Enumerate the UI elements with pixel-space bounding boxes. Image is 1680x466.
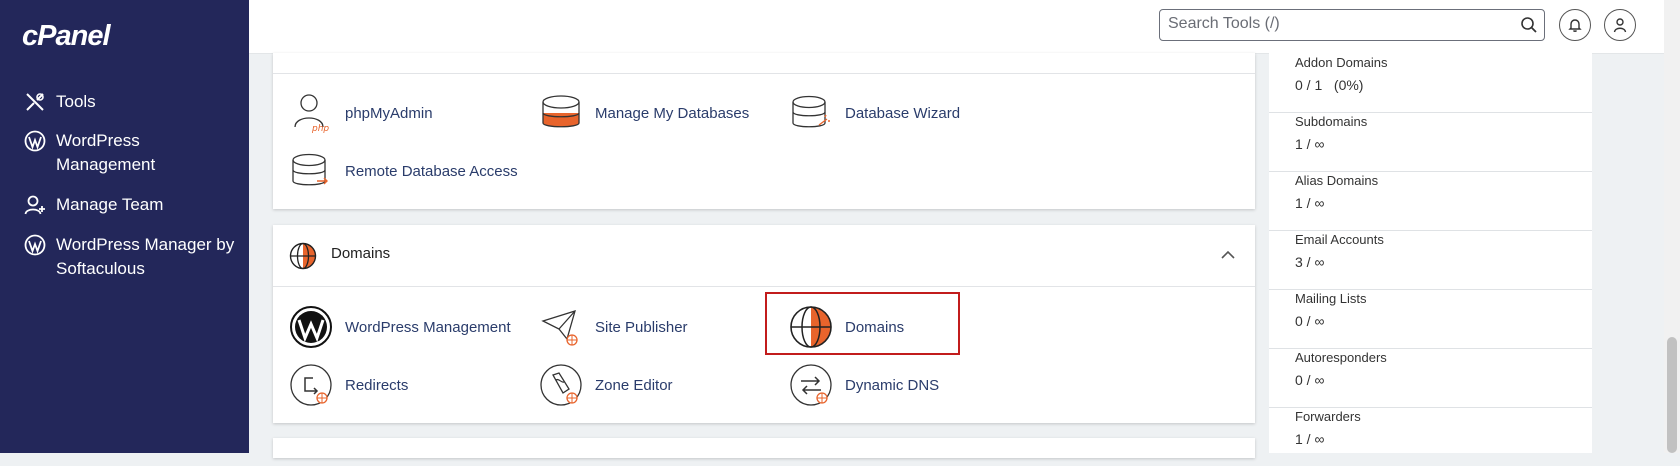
tool-label: Zone Editor <box>595 376 673 394</box>
section-title: Domains <box>331 245 391 262</box>
domains-section-header[interactable]: Domains <box>273 225 1255 287</box>
tool-label: Redirects <box>345 376 409 394</box>
stat-addon-domains: Addon Domains 0 / 1 (0%) <box>1269 53 1592 113</box>
site-publisher-icon <box>541 310 578 346</box>
tool-site-publisher[interactable]: Site Publisher <box>539 305 688 349</box>
phpmyadmin-icon: php <box>294 94 329 134</box>
zone-editor-icon <box>540 364 582 406</box>
stats-panel: Addon Domains 0 / 1 (0%) Subdomains 1 / … <box>1269 53 1592 453</box>
tool-label: Dynamic DNS <box>845 376 940 394</box>
search-input[interactable] <box>1160 10 1516 38</box>
globe-icon <box>289 242 317 270</box>
tool-phpmyadmin[interactable]: php phpMyAdmin <box>289 91 433 135</box>
stat-value: 0 / ∞ <box>1295 372 1325 388</box>
bell-icon <box>1568 19 1582 32</box>
tool-remote-database-access[interactable]: Remote Database Access <box>289 149 518 193</box>
panel-divider <box>273 73 1255 74</box>
database-wizard-icon <box>792 95 830 128</box>
sidebar-item-label: WordPress Manager by Softaculous <box>56 235 235 278</box>
cpanel-logo[interactable]: cPanel <box>22 20 110 53</box>
tool-zone-editor[interactable]: Zone Editor <box>539 363 673 407</box>
databases-panel: php phpMyAdmin Manage My Databases Datab… <box>273 53 1255 209</box>
sidebar-item-wordpress-manager-softaculous[interactable]: WordPress Manager by Softaculous <box>24 233 239 281</box>
wordpress-icon <box>24 130 46 152</box>
search-box <box>1159 9 1545 41</box>
stat-label: Subdomains <box>1295 114 1368 129</box>
stat-value: 3 / ∞ <box>1295 254 1325 270</box>
page-scrollbar[interactable] <box>1664 0 1680 453</box>
manage-team-icon <box>24 195 45 215</box>
tool-redirects[interactable]: Redirects <box>289 363 408 407</box>
sidebar: cPanel Tools WordPress Management Manage… <box>0 0 249 453</box>
stat-value: 1 / ∞ <box>1295 136 1325 152</box>
stat-email-accounts: Email Accounts 3 / ∞ <box>1269 230 1592 290</box>
stat-value: 0 / 1 (0%) <box>1295 77 1364 93</box>
sidebar-item-label: WordPress Management <box>56 131 156 174</box>
tool-label: WordPress Management <box>345 318 511 336</box>
user-icon <box>1613 18 1627 33</box>
stat-label: Autoresponders <box>1295 350 1387 365</box>
sidebar-item-tools[interactable]: Tools <box>24 90 96 114</box>
tool-database-wizard[interactable]: Database Wizard <box>789 91 960 135</box>
stat-label: Alias Domains <box>1295 173 1379 188</box>
database-icon <box>542 95 580 128</box>
stat-label: Addon Domains <box>1295 55 1388 70</box>
sidebar-item-manage-team[interactable]: Manage Team <box>24 193 163 217</box>
redirects-icon <box>290 364 332 406</box>
sidebar-item-wordpress-management[interactable]: WordPress Management <box>24 129 224 177</box>
sidebar-item-label: Tools <box>56 92 96 111</box>
tool-wordpress-management[interactable]: WordPress Management <box>289 305 511 349</box>
tool-label: Site Publisher <box>595 318 688 336</box>
stat-subdomains: Subdomains 1 / ∞ <box>1269 112 1592 172</box>
user-menu-button[interactable] <box>1604 9 1636 41</box>
tool-manage-my-databases[interactable]: Manage My Databases <box>539 91 749 135</box>
tool-label: phpMyAdmin <box>345 104 433 122</box>
stat-alias-domains: Alias Domains 1 / ∞ <box>1269 171 1592 231</box>
stat-value: 1 / ∞ <box>1295 195 1325 211</box>
domains-panel: Domains WordPress Management Site Publis… <box>273 225 1255 423</box>
svg-text:php: php <box>311 124 329 134</box>
stat-label: Email Accounts <box>1295 232 1384 247</box>
tool-label: Database Wizard <box>845 104 961 122</box>
wordpress-icon <box>24 234 46 256</box>
stat-label: Mailing Lists <box>1295 291 1367 306</box>
notifications-button[interactable] <box>1559 9 1591 41</box>
dynamic-dns-icon <box>790 364 832 406</box>
stat-mailing-lists: Mailing Lists 0 / ∞ <box>1269 289 1592 349</box>
tools-icon <box>26 93 44 111</box>
stat-value: 0 / ∞ <box>1295 313 1325 329</box>
next-panel <box>273 438 1255 458</box>
tool-dynamic-dns[interactable]: Dynamic DNS <box>789 363 939 407</box>
stat-label: Forwarders <box>1295 409 1361 424</box>
stat-autoresponders: Autoresponders 0 / ∞ <box>1269 348 1592 408</box>
tool-label: Manage My Databases <box>595 104 750 122</box>
remote-database-icon <box>292 153 328 186</box>
stat-forwarders: Forwarders 1 / ∞ <box>1269 407 1592 466</box>
wordpress-icon <box>290 306 332 348</box>
stat-value: 1 / ∞ <box>1295 431 1325 447</box>
top-header <box>249 0 1680 54</box>
scroll-thumb[interactable] <box>1667 337 1677 453</box>
highlight-box <box>765 292 960 355</box>
chevron-up-icon[interactable] <box>1221 250 1235 260</box>
tool-label: Remote Database Access <box>345 162 518 180</box>
search-icon[interactable] <box>1520 16 1538 34</box>
sidebar-item-label: Manage Team <box>56 195 164 214</box>
